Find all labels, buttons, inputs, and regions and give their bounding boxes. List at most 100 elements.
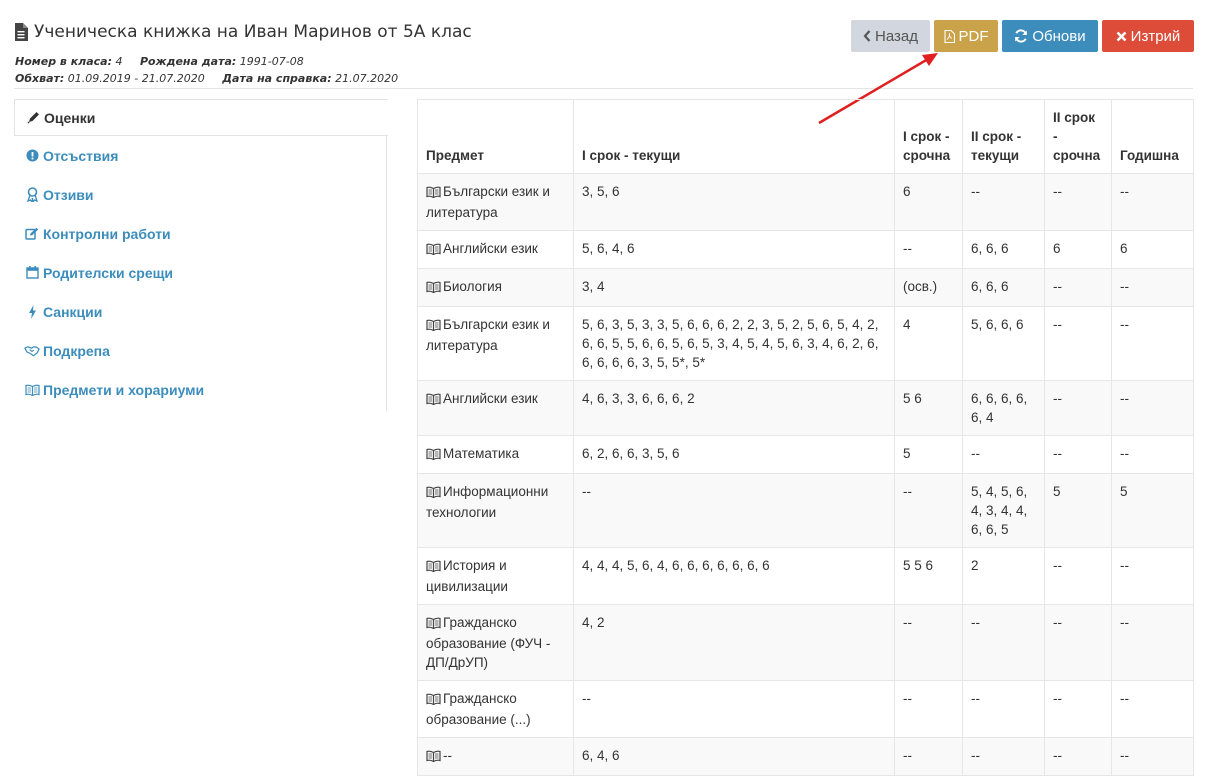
sidebar-item-parent-meetings[interactable]: Родителски срещи bbox=[14, 253, 386, 292]
term2-current-cell: 6, 6, 6 bbox=[962, 268, 1045, 307]
book-icon bbox=[426, 446, 441, 465]
student-meta-line-2: Обхват: 01.09.2019 - 21.07.2020 Дата на … bbox=[15, 72, 398, 85]
cell-text: Английски език bbox=[443, 391, 538, 406]
sidebar-item-absences[interactable]: Отсъствия bbox=[14, 136, 386, 175]
cell-text: Биология bbox=[443, 279, 502, 294]
sidebar-item-support[interactable]: Подкрепа bbox=[14, 331, 386, 370]
table-row: Английски език 5, 6, 4, 6 -- 6, 6, 6 6 6 bbox=[417, 230, 1194, 269]
cell-text: -- bbox=[1053, 317, 1062, 332]
term2-current-cell: 6, 6, 6 bbox=[962, 230, 1045, 269]
birth-date-value: 1991-07-08 bbox=[239, 55, 304, 68]
sidebar-item-tests[interactable]: Контролни работи bbox=[14, 214, 386, 253]
subject-cell: Английски език bbox=[417, 380, 574, 436]
cell-text: 4, 4, 4, 5, 6, 4, 6, 6, 6, 6, 6, 6, 6 bbox=[582, 558, 770, 573]
term1-final-cell: -- bbox=[894, 737, 963, 776]
cell-text: 6, 6, 6 bbox=[971, 279, 1009, 294]
table-row: Информационни технологии -- -- 5, 4, 5, 6, … bbox=[417, 473, 1194, 548]
cell-text: -- bbox=[1120, 558, 1129, 573]
term2-final-cell: -- bbox=[1044, 737, 1112, 776]
sidebar-item-grades[interactable]: Оценки bbox=[14, 99, 388, 136]
cell-text: -- bbox=[1120, 748, 1129, 763]
term1-current-cell: 3, 4 bbox=[573, 268, 895, 307]
subject-cell: Информационни технологии bbox=[417, 473, 574, 548]
table-row: История и цивилизации 4, 4, 4, 5, 6, 4, 6… bbox=[417, 547, 1194, 605]
range-value: 01.09.2019 - 21.07.2020 bbox=[67, 72, 205, 85]
cell-text: 4, 6, 3, 3, 6, 6, 6, 2 bbox=[582, 391, 695, 406]
term2-current-cell: 6, 6, 6, 6, 6, 4 bbox=[962, 380, 1045, 436]
subject-cell: История и цивилизации bbox=[417, 547, 574, 605]
sidebar-item-subjects[interactable]: Предмети и хорариуми bbox=[14, 370, 386, 409]
cell-text: 5 6 bbox=[903, 391, 922, 406]
pencil-icon bbox=[25, 111, 41, 124]
annual-cell: -- bbox=[1111, 306, 1194, 381]
cell-text: 5 bbox=[1120, 484, 1128, 499]
cell-text: -- bbox=[443, 748, 452, 763]
file-icon bbox=[15, 23, 28, 41]
sidebar-item-label: Контролни работи bbox=[43, 225, 171, 242]
annual-cell: 5 bbox=[1111, 473, 1194, 548]
grades-table: Предмет I срок - текущи I срок - срочна … bbox=[417, 99, 1194, 776]
term2-current-cell: -- bbox=[962, 173, 1045, 231]
refresh-icon bbox=[1014, 29, 1028, 43]
sidebar-item-label: Отсъствия bbox=[43, 147, 119, 164]
term2-current-cell: 5, 4, 5, 6, 4, 3, 4, 4, 6, 6, 5 bbox=[962, 473, 1045, 548]
term1-current-cell: -- bbox=[573, 680, 895, 738]
cell-text: -- bbox=[903, 241, 912, 256]
annual-cell: 6 bbox=[1111, 230, 1194, 269]
book-icon bbox=[426, 391, 441, 410]
book-icon bbox=[426, 558, 441, 577]
term2-current-cell: 5, 6, 6, 6 bbox=[962, 306, 1045, 381]
book-icon bbox=[426, 241, 441, 260]
cell-text: -- bbox=[903, 484, 912, 499]
exclamation-circle-icon bbox=[24, 149, 40, 162]
file-pdf-icon bbox=[943, 29, 955, 43]
sidebar-item-sanctions[interactable]: Санкции bbox=[14, 292, 386, 331]
cell-text: 2 bbox=[971, 558, 979, 573]
subject-cell: Гражданско образование (ФУЧ - ДП/ДрУП) bbox=[417, 604, 574, 681]
subject-cell: Английски език bbox=[417, 230, 574, 269]
book-icon bbox=[426, 748, 441, 767]
cell-text: 3, 5, 6 bbox=[582, 184, 620, 199]
sidebar-item-feedback[interactable]: Отзиви bbox=[14, 175, 386, 214]
annual-cell: -- bbox=[1111, 380, 1194, 436]
term2-final-cell: -- bbox=[1044, 380, 1112, 436]
refresh-button[interactable]: Обнови bbox=[1002, 20, 1098, 52]
term1-current-cell: -- bbox=[573, 473, 895, 548]
cell-text: 6, 6, 6, 6, 6, 4 bbox=[971, 391, 1028, 425]
cell-text: -- bbox=[1120, 615, 1129, 630]
cell-text: 6 bbox=[1120, 241, 1128, 256]
term1-final-cell: 4 bbox=[894, 306, 963, 381]
table-row: -- 6, 4, 6 -- -- -- -- bbox=[417, 737, 1194, 776]
report-date-label: Дата на справка: bbox=[222, 72, 332, 85]
cell-text: Български език и литература bbox=[426, 317, 550, 353]
cell-text: -- bbox=[582, 484, 591, 499]
term1-current-cell: 5, 6, 3, 5, 3, 3, 5, 6, 6, 6, 2, 2, 3, 5… bbox=[573, 306, 895, 381]
term1-final-cell: -- bbox=[894, 604, 963, 681]
term1-final-cell: (осв.) bbox=[894, 268, 963, 307]
annual-cell: -- bbox=[1111, 268, 1194, 307]
cell-text: (осв.) bbox=[903, 279, 938, 294]
cell-text: -- bbox=[582, 691, 591, 706]
calendar-icon bbox=[24, 266, 40, 279]
table-row: Английски език 4, 6, 3, 3, 6, 6, 6, 2 5 6 6… bbox=[417, 380, 1194, 436]
term2-final-cell: -- bbox=[1044, 173, 1112, 231]
cell-text: Математика bbox=[443, 446, 520, 461]
term1-final-cell: -- bbox=[894, 473, 963, 548]
sidebar-item-label: Подкрепа bbox=[43, 342, 110, 359]
header-divider bbox=[14, 88, 1193, 89]
cell-text: -- bbox=[1053, 184, 1062, 199]
cell-text: Английски език bbox=[443, 241, 538, 256]
term1-current-cell: 6, 2, 6, 6, 3, 5, 6 bbox=[573, 435, 895, 474]
table-row: Български език и литература 3, 5, 6 6 -- -- -… bbox=[417, 173, 1194, 231]
cell-text: -- bbox=[903, 748, 912, 763]
cell-text: 4, 2 bbox=[582, 615, 605, 630]
cell-text: 6 bbox=[1053, 241, 1061, 256]
term2-final-cell: -- bbox=[1044, 604, 1112, 681]
term1-final-cell: -- bbox=[894, 680, 963, 738]
delete-button[interactable]: Изтрий bbox=[1102, 20, 1194, 52]
column-header-term1-current: I срок - текущи bbox=[573, 99, 895, 174]
term1-current-cell: 6, 4, 6 bbox=[573, 737, 895, 776]
term1-final-cell: 5 5 6 bbox=[894, 547, 963, 605]
annual-cell: -- bbox=[1111, 680, 1194, 738]
book-icon bbox=[426, 279, 441, 298]
